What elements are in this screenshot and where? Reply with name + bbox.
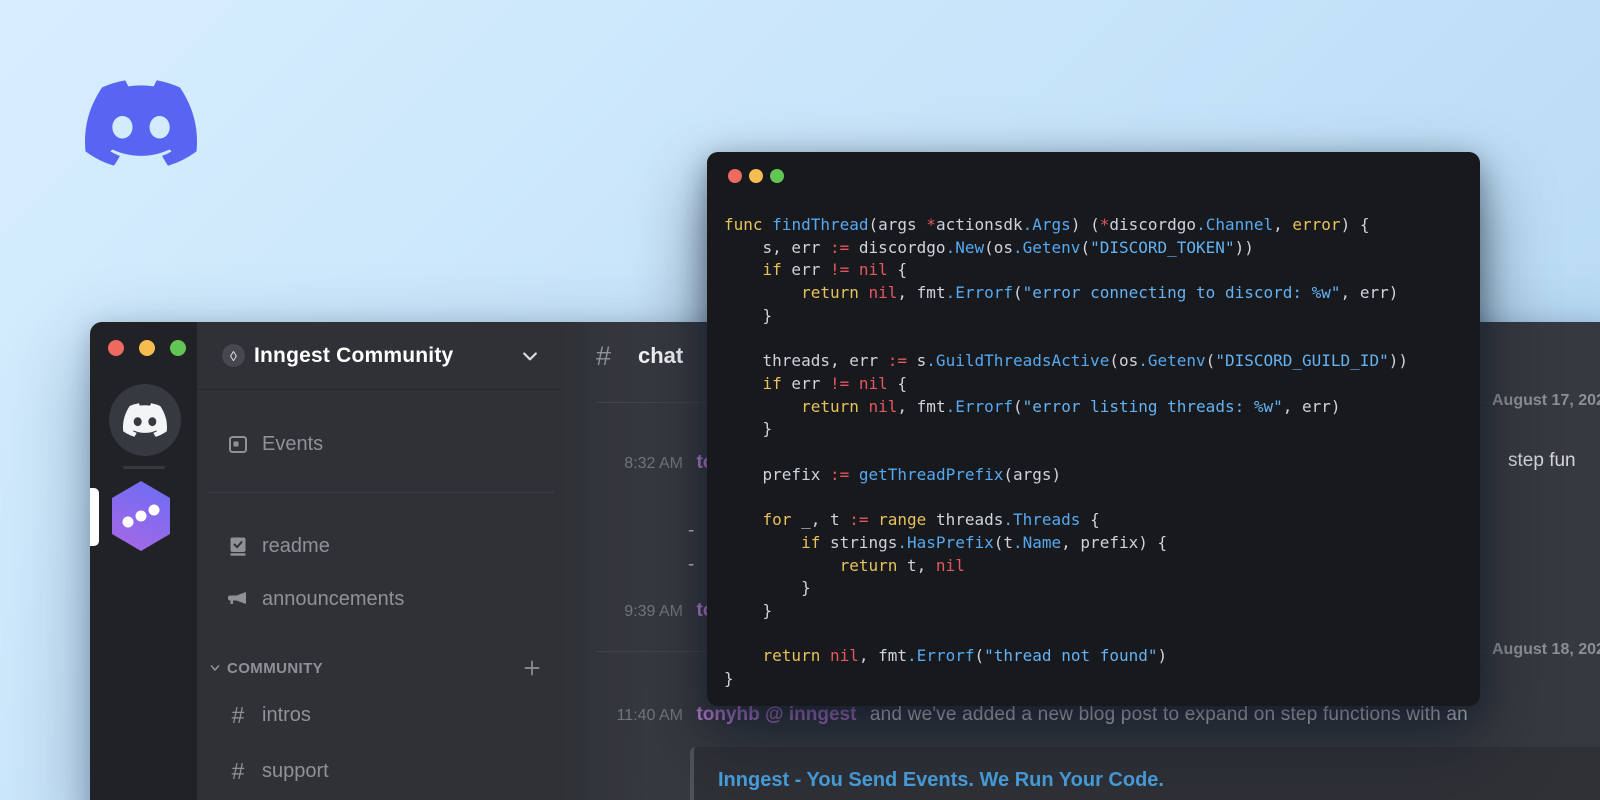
sidebar-item-readme[interactable]: readme	[197, 524, 560, 568]
active-server-pill	[90, 488, 99, 546]
minimize-button[interactable]	[749, 169, 763, 183]
sidebar-item-intros[interactable]: # intros	[197, 693, 560, 737]
minimize-button[interactable]	[139, 340, 155, 356]
category-community[interactable]: COMMUNITY	[197, 654, 560, 682]
message-text-fragment: step fun	[1508, 450, 1576, 471]
hash-icon: #	[231, 701, 245, 728]
channel-label: readme	[262, 534, 330, 557]
code-editor-window: func findThread(args *actionsdk.Args) (*…	[707, 152, 1480, 706]
sidebar-item-events[interactable]: Events	[197, 422, 560, 466]
inngest-logo-icon	[112, 481, 170, 551]
close-button[interactable]	[108, 340, 124, 356]
book-check-icon	[226, 534, 250, 558]
discord-logo-icon	[85, 80, 197, 166]
message-username[interactable]: tonyhb @ inngest	[696, 704, 856, 725]
discord-mark-icon	[123, 403, 167, 437]
chevron-down-icon	[523, 351, 537, 360]
channel-label: Events	[262, 432, 324, 455]
date-divider-label: August 18, 2022	[1484, 641, 1600, 659]
megaphone-icon	[226, 587, 250, 611]
channel-label: announcements	[262, 587, 405, 610]
channel-label: intros	[262, 703, 311, 726]
rail-divider	[123, 466, 165, 469]
list-bullet: -	[688, 554, 695, 575]
channel-sidebar: ◊ Inngest Community Events readme announ…	[197, 322, 560, 800]
zoom-button[interactable]	[770, 169, 784, 183]
message-timestamp: 9:39 AM	[624, 603, 683, 620]
message-text: and we've added a new blog post to expan…	[869, 704, 1468, 725]
hash-icon: #	[596, 340, 612, 371]
date-divider-label: August 17, 2022	[1484, 392, 1600, 410]
server-header[interactable]: ◊ Inngest Community	[197, 322, 560, 390]
server-rail	[90, 322, 197, 800]
sidebar-divider	[208, 492, 554, 493]
server-name: Inngest Community	[254, 343, 454, 367]
chat-message: 11:40 AM tonyhb @ inngest and we've adde…	[560, 704, 1600, 726]
discord-home-button[interactable]	[109, 384, 181, 456]
sidebar-item-support[interactable]: # support	[197, 749, 560, 793]
channel-label: support	[262, 759, 329, 782]
category-label: COMMUNITY	[227, 659, 324, 677]
inngest-server-button[interactable]	[108, 480, 174, 552]
community-server-badge-icon: ◊	[222, 344, 245, 367]
hash-icon: #	[231, 757, 245, 784]
sidebar-item-announcements[interactable]: announcements	[197, 577, 560, 621]
close-button[interactable]	[728, 169, 742, 183]
chevron-down-icon	[210, 665, 220, 671]
embed-title-link[interactable]: Inngest - You Send Events. We Run Your C…	[718, 769, 1164, 792]
link-embed: Inngest - You Send Events. We Run Your C…	[690, 747, 1600, 800]
hero-canvas: ◊ Inngest Community Events readme announ…	[0, 0, 1600, 800]
create-channel-plus-icon[interactable]	[522, 658, 542, 678]
code-snippet: func findThread(args *actionsdk.Args) (*…	[724, 215, 1408, 689]
message-timestamp: 8:32 AM	[624, 455, 683, 472]
channel-name: chat	[638, 343, 684, 368]
list-bullet: -	[688, 520, 695, 541]
message-timestamp: 11:40 AM	[616, 707, 683, 724]
calendar-icon	[226, 432, 250, 456]
zoom-button[interactable]	[170, 340, 186, 356]
